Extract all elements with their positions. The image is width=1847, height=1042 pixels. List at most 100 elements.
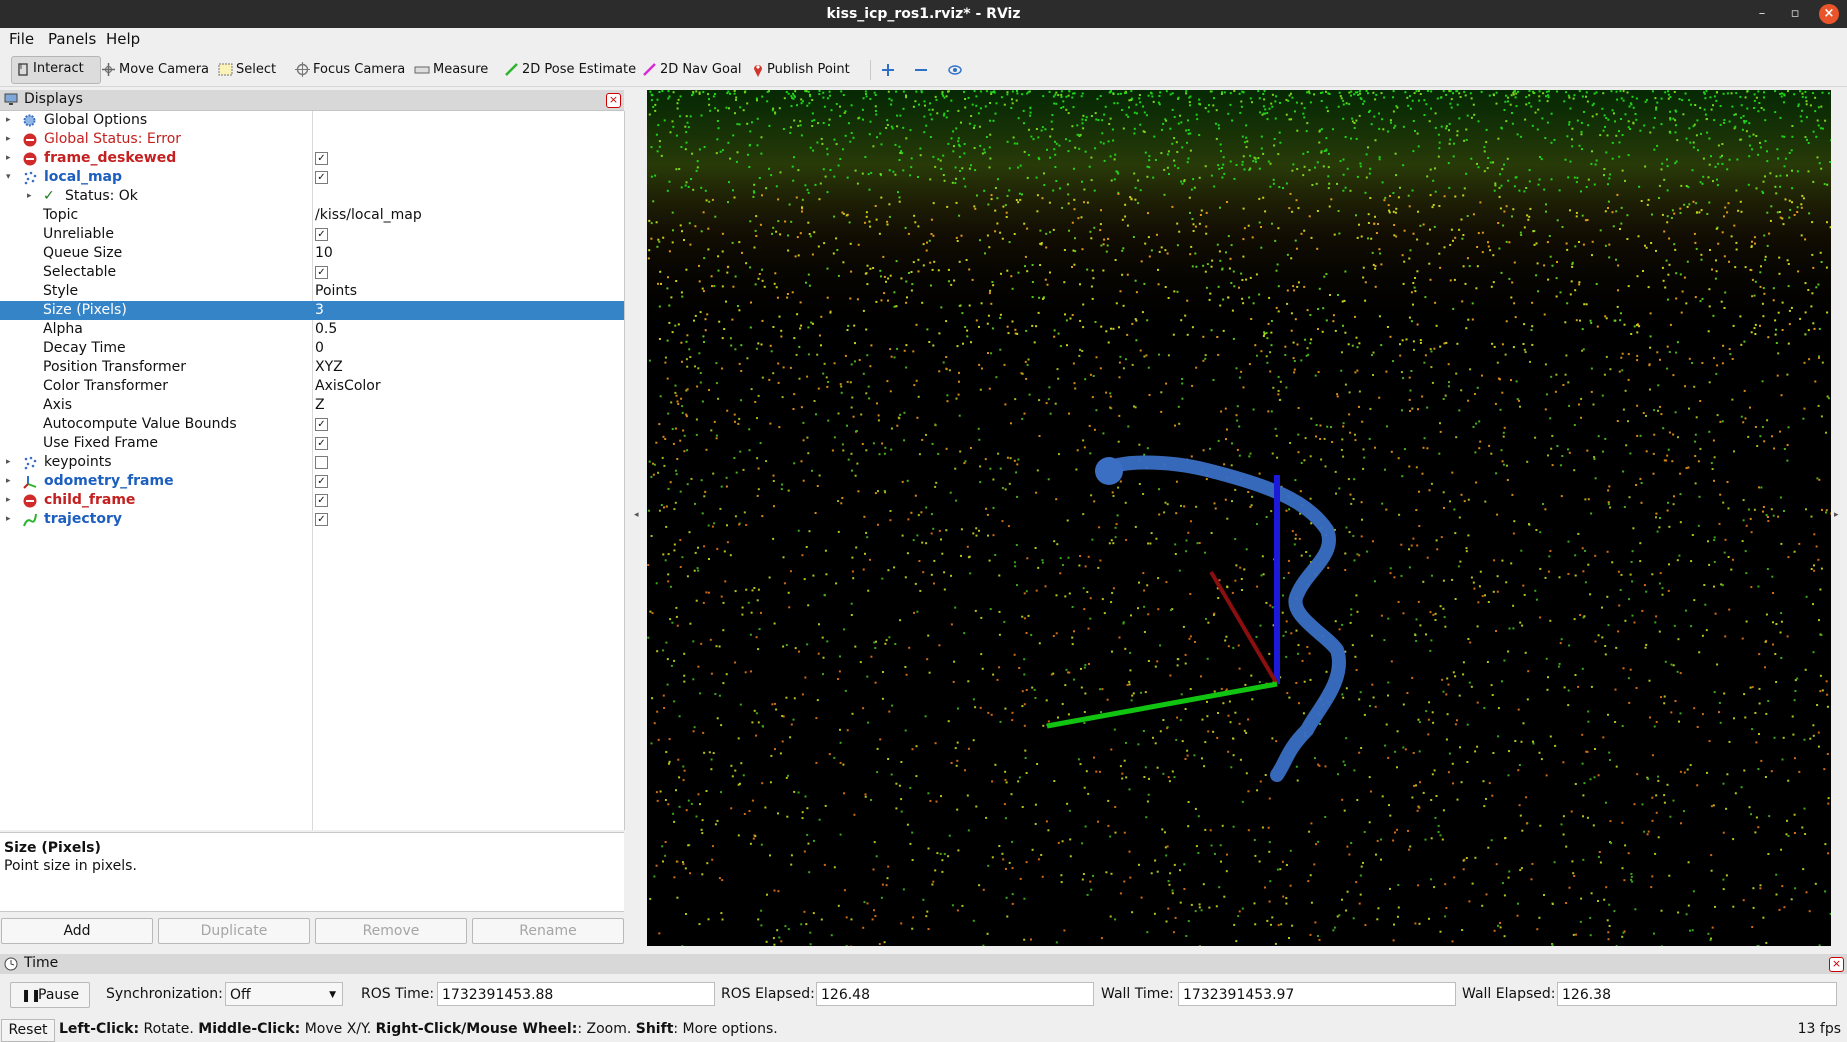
decay-time-value[interactable]: 0 — [315, 339, 324, 358]
duplicate-button[interactable]: Duplicate — [158, 918, 310, 944]
keypoints-checkbox[interactable] — [315, 456, 328, 469]
map-point — [1826, 267, 1828, 269]
focus-camera-tool-button[interactable]: Focus Camera — [295, 58, 405, 82]
tree-row-odometry-frame[interactable]: ▸ odometry_frame ✓ — [0, 472, 624, 491]
autocompute-checkbox[interactable]: ✓ — [315, 418, 328, 431]
point-cloud-render[interactable] — [647, 90, 1831, 946]
property-topic[interactable]: Topic /kiss/local_map — [0, 206, 624, 225]
size-pixels-value[interactable]: 3 — [315, 301, 324, 320]
close-panel-icon[interactable]: × — [606, 93, 621, 108]
map-point — [1228, 715, 1230, 717]
tree-row-child-frame[interactable]: ▸ child_frame ✓ — [0, 491, 624, 510]
child-frame-checkbox[interactable]: ✓ — [315, 494, 328, 507]
pose-estimate-tool-button[interactable]: 2D Pose Estimate — [504, 58, 636, 82]
collapse-left-icon[interactable]: ◂ — [634, 510, 639, 520]
property-selectable[interactable]: Selectable ✓ — [0, 263, 624, 282]
map-point — [801, 211, 803, 213]
expand-arrow-icon[interactable]: ▸ — [27, 192, 35, 200]
property-color-transformer[interactable]: Color Transformer AxisColor — [0, 377, 624, 396]
map-point — [993, 90, 995, 92]
property-axis[interactable]: Axis Z — [0, 396, 624, 415]
expand-arrow-icon[interactable]: ▸ — [6, 477, 14, 485]
trajectory-checkbox[interactable]: ✓ — [315, 513, 328, 526]
map-point — [865, 93, 867, 95]
map-point — [1125, 776, 1127, 778]
render-viewport[interactable] — [647, 90, 1831, 946]
map-point — [852, 577, 854, 579]
tree-row-trajectory[interactable]: ▸ trajectory ✓ — [0, 510, 624, 529]
interact-tool-button[interactable]: Interact — [11, 56, 101, 84]
close-icon[interactable]: × — [1819, 4, 1839, 24]
map-point — [1461, 781, 1463, 783]
move-camera-tool-button[interactable]: Move Camera — [101, 58, 209, 82]
menu-help[interactable]: Help — [106, 30, 140, 48]
tree-row-status-ok[interactable]: ▸ ✓ Status: Ok — [0, 187, 624, 206]
color-transformer-value[interactable]: AxisColor — [315, 377, 381, 396]
expand-arrow-icon[interactable]: ▸ — [6, 458, 14, 466]
property-alpha[interactable]: Alpha 0.5 — [0, 320, 624, 339]
nav-goal-tool-button[interactable]: 2D Nav Goal — [642, 58, 742, 82]
remove-tool-button[interactable] — [914, 58, 931, 82]
map-point — [905, 281, 907, 283]
minimize-icon[interactable]: – — [1752, 4, 1772, 24]
unreliable-checkbox[interactable]: ✓ — [315, 228, 328, 241]
map-point — [1779, 909, 1781, 911]
map-point — [1378, 113, 1380, 115]
expand-arrow-icon[interactable]: ▸ — [6, 135, 14, 143]
property-decay-time[interactable]: Decay Time 0 — [0, 339, 624, 358]
menu-panels[interactable]: Panels — [48, 30, 96, 48]
collapse-arrow-icon[interactable]: ▾ — [6, 173, 14, 181]
frame-deskewed-checkbox[interactable]: ✓ — [315, 152, 328, 165]
panel-splitter[interactable]: ◂ — [630, 90, 644, 946]
map-point — [1680, 822, 1682, 824]
queue-size-value[interactable]: 10 — [315, 244, 333, 263]
axis-value[interactable]: Z — [315, 396, 325, 415]
alpha-value[interactable]: 0.5 — [315, 320, 337, 339]
map-point — [1227, 751, 1229, 753]
expand-arrow-icon[interactable]: ▸ — [6, 154, 14, 162]
view-options-button[interactable] — [947, 58, 968, 82]
property-position-transformer[interactable]: Position Transformer XYZ — [0, 358, 624, 377]
use-fixed-frame-checkbox[interactable]: ✓ — [315, 437, 328, 450]
property-size-pixels[interactable]: Size (Pixels) 3 — [0, 301, 624, 320]
property-use-fixed-frame[interactable]: Use Fixed Frame ✓ — [0, 434, 624, 453]
select-tool-button[interactable]: Select — [218, 58, 276, 82]
maximize-icon[interactable]: ▫ — [1785, 4, 1805, 24]
menu-file[interactable]: File — [9, 30, 34, 48]
collapse-right-icon[interactable]: ▸ — [1834, 510, 1839, 520]
odometry-frame-checkbox[interactable]: ✓ — [315, 475, 328, 488]
tree-row-global-status[interactable]: ▸ Global Status: Error — [0, 130, 624, 149]
map-point — [1205, 165, 1207, 167]
measure-tool-button[interactable]: Measure — [414, 58, 488, 82]
map-point — [1190, 520, 1192, 522]
topic-value[interactable]: /kiss/local_map — [315, 206, 422, 225]
map-point — [1364, 300, 1366, 302]
map-point — [1290, 850, 1292, 852]
tree-row-local-map[interactable]: ▾ local_map ✓ — [0, 168, 624, 187]
property-style[interactable]: Style Points — [0, 282, 624, 301]
add-tool-button[interactable] — [881, 58, 898, 82]
expand-arrow-icon[interactable]: ▸ — [6, 496, 14, 504]
expand-arrow-icon[interactable]: ▸ — [6, 515, 14, 523]
remove-button[interactable]: Remove — [315, 918, 467, 944]
rename-button[interactable]: Rename — [472, 918, 624, 944]
style-value[interactable]: Points — [315, 282, 357, 301]
publish-point-tool-button[interactable]: Publish Point — [752, 58, 850, 82]
map-point — [680, 146, 682, 148]
map-point — [1383, 97, 1385, 99]
expand-arrow-icon[interactable]: ▸ — [6, 116, 14, 124]
tree-row-keypoints[interactable]: ▸ keypoints — [0, 453, 624, 472]
tree-row-global-options[interactable]: ▸ Global Options — [0, 111, 624, 130]
position-transformer-value[interactable]: XYZ — [315, 358, 343, 377]
selectable-checkbox[interactable]: ✓ — [315, 266, 328, 279]
property-autocompute[interactable]: Autocompute Value Bounds ✓ — [0, 415, 624, 434]
add-button[interactable]: Add — [1, 918, 153, 944]
local-map-checkbox[interactable]: ✓ — [315, 171, 328, 184]
map-point — [1006, 916, 1008, 918]
property-unreliable[interactable]: Unreliable ✓ — [0, 225, 624, 244]
map-point — [1309, 342, 1311, 344]
map-point — [1439, 267, 1441, 269]
tree-row-frame-deskewed[interactable]: ▸ frame_deskewed ✓ — [0, 149, 624, 168]
map-point — [1379, 158, 1381, 160]
property-queue-size[interactable]: Queue Size 10 — [0, 244, 624, 263]
